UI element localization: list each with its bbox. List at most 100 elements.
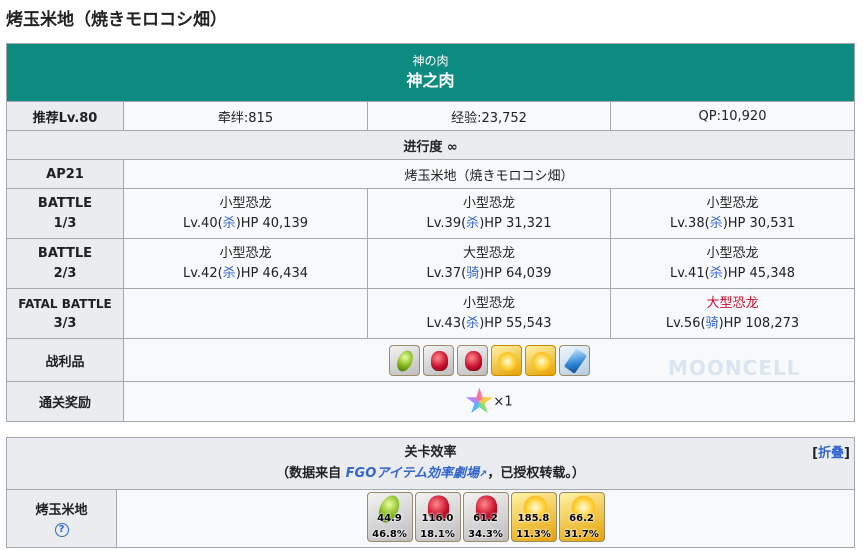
enemy-class-link[interactable]: 杀 — [466, 216, 479, 231]
efficiency-item[interactable]: 66.2 31.7% — [558, 492, 605, 542]
battle-label-title: BATTLE — [37, 195, 93, 211]
enemy-stats: Lv.40(杀)HP 40,139 — [182, 215, 308, 231]
efficiency-item[interactable]: 44.9 46.8% — [366, 492, 413, 542]
enemy-stats: Lv.42(杀)HP 46,434 — [182, 265, 308, 281]
enemy-stats: Lv.37(骑)HP 64,039 — [426, 265, 552, 281]
exp-value: 经验:23,752 — [367, 101, 611, 131]
battle-label-wave: 2/3 — [53, 265, 77, 281]
quest-location: 烤玉米地（焼きモロコシ畑） — [122, 159, 856, 189]
help-icon[interactable]: ? — [54, 522, 69, 537]
item-drop-rate: 11.3% — [516, 529, 551, 540]
battle-label-wave: 1/3 — [53, 215, 77, 231]
battle-label-wave: 3/3 — [53, 315, 77, 331]
efficiency-item[interactable]: 61.2 34.3% — [462, 492, 509, 542]
efficiency-location: 烤玉米地 — [35, 502, 88, 518]
enemy-stats: Lv.39(杀)HP 31,321 — [426, 215, 552, 231]
blue-crystal-icon — [563, 347, 587, 374]
enemy-cell-empty — [123, 288, 368, 339]
drop-item[interactable] — [456, 344, 488, 376]
efficiency-items-cell: 44.9 46.8% 116.0 18.1% 61.2 34.3% 185.8 11.3… — [116, 489, 855, 548]
item-drop-rate: 18.1% — [420, 529, 455, 540]
item-ap-value: 61.2 — [473, 513, 498, 524]
qp-value: QP:10,920 — [609, 101, 856, 131]
enemy-cell: 大型恐龙 Lv.56(骑)HP 108,273 — [609, 288, 856, 339]
enemy-name: 小型恐龙 — [219, 245, 272, 261]
efficiency-item[interactable]: 185.8 11.3% — [510, 492, 557, 542]
drops-label: 战利品 — [6, 338, 124, 382]
efficiency-row-label: 烤玉米地 ? — [6, 489, 117, 548]
battle-row: FATAL BATTLE 3/3 小型恐龙 Lv.43(杀)HP 55,543 … — [6, 288, 856, 339]
battle-label: BATTLE 1/3 — [6, 188, 124, 239]
enemy-cell: 小型恐龙 Lv.39(杀)HP 31,321 — [367, 188, 611, 239]
enemy-cell: 小型恐龙 Lv.38(杀)HP 30,531 — [609, 188, 856, 239]
quest-name-jp: 神の肉 — [412, 53, 449, 68]
item-drop-rate: 31.7% — [564, 529, 599, 540]
drop-item[interactable] — [422, 344, 454, 376]
enemy-stats: Lv.43(杀)HP 55,543 — [426, 315, 552, 331]
item-ap-value: 116.0 — [421, 513, 454, 524]
drop-items — [388, 344, 590, 376]
enemy-class-link[interactable]: 杀 — [710, 266, 723, 281]
battle-row: BATTLE 1/3 小型恐龙 Lv.40(杀)HP 40,139 小型恐龙 L… — [6, 188, 856, 239]
enemy-name: 大型恐龙 — [462, 245, 515, 261]
reward-cell: ×1 — [122, 381, 856, 422]
gold-gem-icon — [497, 351, 517, 371]
item-ap-value: 44.9 — [377, 513, 402, 524]
efficiency-table: 关卡效率 （数据来自 FGOアイテム効率劇場↗，已授权转载。） [折叠] 烤玉米… — [6, 437, 855, 548]
item-ap-value: 66.2 — [569, 513, 594, 524]
efficiency-title: 关卡效率 — [404, 445, 457, 460]
item-drop-rate: 46.8% — [372, 529, 407, 540]
battle-row: BATTLE 2/3 小型恐龙 Lv.42(杀)HP 46,434 大型恐龙 L… — [6, 238, 856, 289]
red-gem-icon — [430, 350, 448, 371]
collapse-button[interactable]: [折叠] — [812, 442, 850, 461]
recommend-level: 推荐Lv.80 — [6, 101, 124, 131]
enemy-class-link[interactable]: 杀 — [223, 266, 236, 281]
enemy-name: 小型恐龙 — [462, 295, 515, 311]
battle-label: BATTLE 2/3 — [6, 238, 124, 289]
battle-label: FATAL BATTLE 3/3 — [6, 288, 124, 339]
ap-cost: AP21 — [6, 159, 124, 189]
green-fruit-icon — [393, 347, 416, 374]
item-ap-value: 185.8 — [517, 513, 550, 524]
enemy-cell: 大型恐龙 Lv.37(骑)HP 64,039 — [367, 238, 611, 289]
drop-item[interactable] — [524, 344, 556, 376]
enemy-class-link[interactable]: 杀 — [466, 316, 479, 331]
enemy-stats: Lv.56(骑)HP 108,273 — [665, 315, 800, 331]
efficiency-item[interactable]: 116.0 18.1% — [414, 492, 461, 542]
enemy-cell: 小型恐龙 Lv.40(杀)HP 40,139 — [123, 188, 368, 239]
enemy-name: 小型恐龙 — [462, 195, 515, 211]
quest-header: 神の肉 神之肉 — [5, 43, 856, 102]
drop-item[interactable] — [558, 344, 590, 376]
enemy-stats: Lv.41(杀)HP 45,348 — [670, 265, 796, 281]
enemy-name: 小型恐龙 — [706, 195, 759, 211]
drop-item[interactable] — [490, 344, 522, 376]
mooncell-watermark: MOONCELL — [668, 356, 801, 380]
enemy-name: 小型恐龙 — [219, 195, 272, 211]
efficiency-header: 关卡效率 （数据来自 FGOアイテム効率劇場↗，已授权转载。） [折叠] — [6, 437, 855, 490]
page-title: 烤玉米地（焼きモロコシ畑） — [6, 10, 227, 30]
progress-label: 进行度 ∞ — [5, 130, 856, 160]
battle-label-title: FATAL BATTLE — [18, 296, 112, 311]
enemy-stats: Lv.38(杀)HP 30,531 — [670, 215, 796, 231]
gold-gem-icon — [531, 351, 551, 371]
source-link[interactable]: FGOアイテム効率劇場 — [346, 466, 479, 481]
reward-count: ×1 — [493, 394, 513, 409]
drop-item[interactable] — [388, 344, 420, 376]
enemy-class-link[interactable]: 骑 — [706, 316, 719, 331]
enemy-class-link[interactable]: 骑 — [466, 266, 479, 281]
enemy-cell: 小型恐龙 Lv.43(杀)HP 55,543 — [367, 288, 611, 339]
red-gem-icon — [464, 350, 482, 371]
enemy-name: 小型恐龙 — [706, 245, 759, 261]
boss-enemy-name[interactable]: 大型恐龙 — [611, 294, 854, 314]
enemy-class-link[interactable]: 杀 — [710, 216, 723, 231]
enemy-cell: 小型恐龙 Lv.42(杀)HP 46,434 — [123, 238, 368, 289]
enemy-class-link[interactable]: 杀 — [223, 216, 236, 231]
saint-quartz-icon[interactable] — [465, 387, 493, 413]
quest-name-cn: 神之肉 — [406, 70, 455, 90]
reward-label: 通关奖励 — [6, 381, 124, 422]
battle-label-title: BATTLE — [37, 245, 93, 261]
bond-value: 牵绊:815 — [123, 101, 368, 131]
efficiency-items: 44.9 46.8% 116.0 18.1% 61.2 34.3% 185.8 11.3… — [366, 492, 605, 542]
enemy-cell: 小型恐龙 Lv.41(杀)HP 45,348 — [609, 238, 856, 289]
efficiency-source: （数据来自 FGOアイテム効率劇場↗，已授权转载。） — [276, 466, 585, 481]
